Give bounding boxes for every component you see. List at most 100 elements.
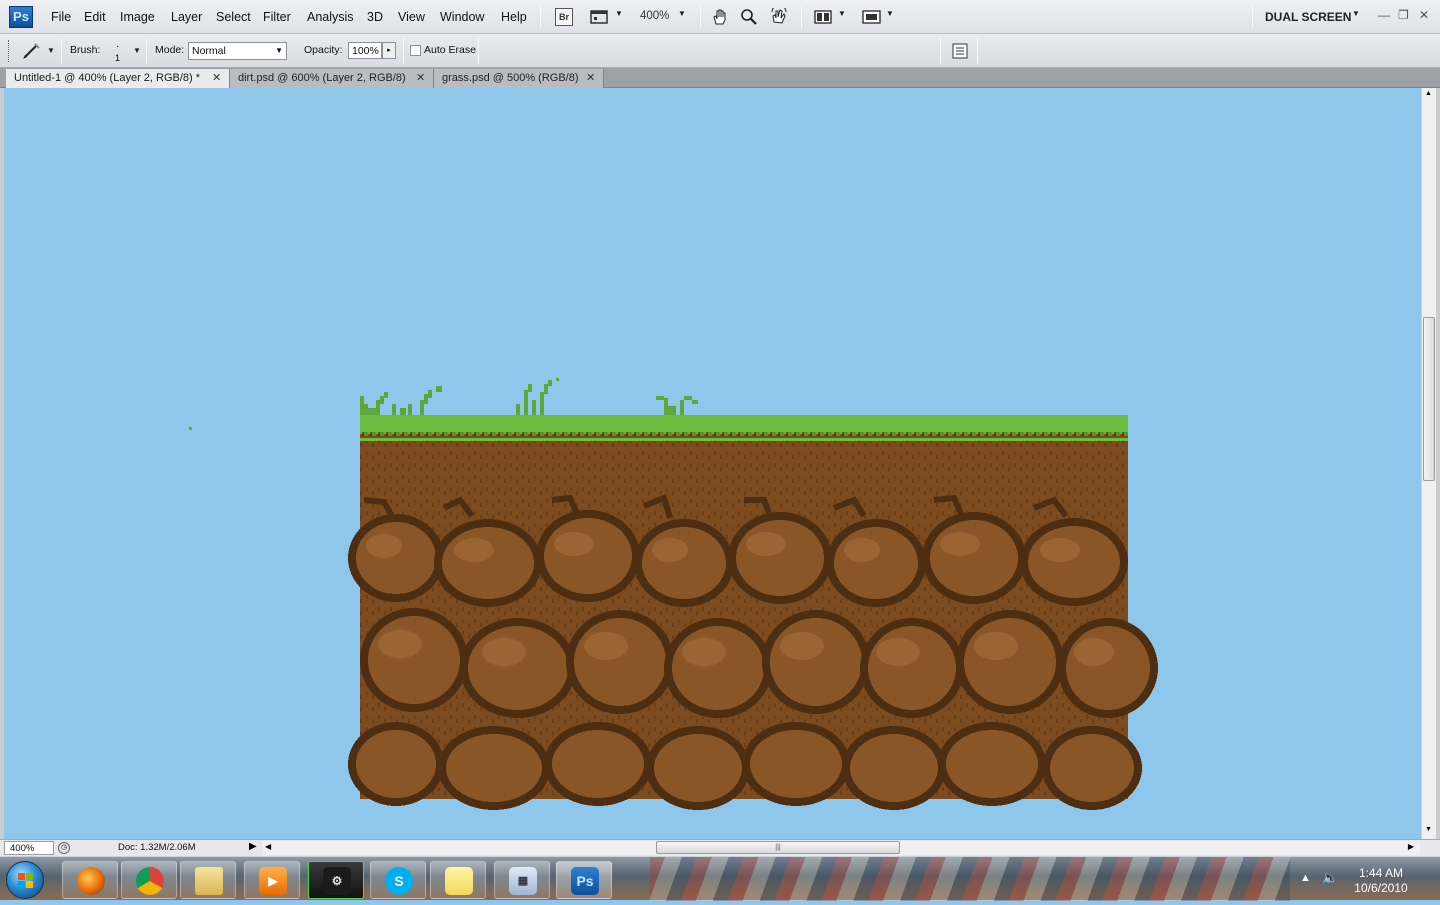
tab-grass-psd[interactable]: grass.psd @ 500% (RGB/8) ✕ [434, 69, 604, 88]
menu-edit[interactable]: Edit [84, 10, 106, 24]
mode-label: Mode: [155, 44, 185, 56]
tab-untitled-1[interactable]: Untitled-1 @ 400% (Layer 2, RGB/8) * ✕ [6, 69, 230, 88]
photoshop-icon: Ps [571, 867, 599, 895]
menu-3d[interactable]: 3D [367, 10, 383, 24]
zoom-tool-icon[interactable] [740, 8, 758, 26]
horizontal-scroll-thumb[interactable]: ||| [656, 841, 900, 854]
chevron-down-icon[interactable]: ▼ [133, 46, 141, 55]
opacity-value: 100% [352, 45, 379, 57]
opacity-input[interactable]: 100% [348, 42, 382, 59]
view-extras-icon[interactable] [590, 8, 610, 26]
bridge-icon[interactable]: Br [555, 8, 573, 26]
menu-layer[interactable]: Layer [171, 10, 202, 24]
stray-pixel [189, 427, 192, 430]
menu-separator [700, 6, 701, 28]
auto-erase-checkbox[interactable] [410, 45, 421, 56]
scroll-up-icon[interactable]: ▲ [1425, 90, 1432, 97]
options-separator [403, 38, 404, 64]
system-clock[interactable]: 1:44 AM 10/6/2010 [1346, 866, 1416, 896]
brush-size[interactable]: 1 [115, 53, 120, 63]
clock-time: 1:44 AM [1358, 866, 1404, 880]
close-icon[interactable]: ✕ [586, 69, 595, 87]
menu-bar: Ps File Edit Image Layer Select Filter A… [0, 0, 1440, 34]
menu-separator [1252, 6, 1253, 28]
vertical-scroll-thumb[interactable] [1423, 317, 1435, 481]
menu-window[interactable]: Window [440, 10, 484, 24]
menu-help[interactable]: Help [501, 10, 527, 24]
menu-view[interactable]: View [398, 10, 425, 24]
status-menu-arrow-icon[interactable]: ▶ [249, 841, 257, 852]
taskbar-firefox[interactable] [62, 861, 118, 899]
minimize-icon[interactable]: — [1378, 8, 1390, 22]
tab-dirt-psd[interactable]: dirt.psd @ 600% (Layer 2, RGB/8) ✕ [230, 69, 434, 88]
tab-label: dirt.psd @ 600% (Layer 2, RGB/8) [238, 72, 406, 84]
menu-analysis[interactable]: Analysis [307, 10, 354, 24]
chevron-down-icon[interactable]: ▼ [886, 9, 894, 18]
taskbar-calculator[interactable]: ▦ [494, 861, 550, 899]
pixel-art-tile[interactable] [4, 88, 1421, 839]
taskbar-chrome[interactable] [121, 861, 177, 899]
options-grip[interactable] [8, 40, 10, 62]
scroll-down-icon[interactable]: ▼ [1425, 826, 1432, 833]
scroll-right-icon[interactable]: ▶ [1408, 842, 1414, 851]
status-bar: 400% ◷ Doc: 1.32M/2.06M ▶ ◀ ||| ▶ [0, 839, 1440, 856]
mode-select[interactable]: Normal ▼ [188, 42, 287, 60]
steam-icon: ⚙ [323, 867, 351, 895]
start-button[interactable] [6, 861, 44, 899]
taskbar-photoshop[interactable]: Ps [556, 861, 612, 899]
taskbar-media-player[interactable]: ▶ [244, 861, 300, 899]
status-zoom-field[interactable]: 400% [4, 841, 54, 855]
taskbar-skype[interactable]: S [370, 861, 426, 899]
horizontal-scrollbar[interactable]: ◀ ||| ▶ [262, 841, 1420, 855]
document-canvas[interactable] [4, 88, 1421, 839]
opacity-label: Opacity: [304, 44, 343, 56]
screen-mode-icon[interactable] [862, 8, 882, 26]
canvas-right-border [1436, 88, 1440, 839]
grass-tufts [360, 378, 698, 416]
close-icon[interactable]: ✕ [212, 69, 221, 87]
close-icon[interactable]: ✕ [416, 69, 425, 87]
chevron-down-icon[interactable]: ▼ [1352, 9, 1360, 18]
scroll-left-icon[interactable]: ◀ [265, 842, 271, 851]
menu-filter[interactable]: Filter [263, 10, 291, 24]
options-separator [478, 38, 479, 64]
restore-icon[interactable]: ❐ [1398, 8, 1409, 22]
volume-icon[interactable]: 🔈 [1322, 870, 1338, 886]
status-info-icon[interactable]: ◷ [58, 842, 70, 854]
menu-separator [801, 6, 802, 28]
chevron-down-icon[interactable]: ▼ [678, 9, 686, 18]
hand-tool-icon[interactable] [711, 8, 729, 26]
taskbar-explorer[interactable] [180, 861, 236, 899]
zoom-level-select[interactable]: 400% [640, 10, 669, 22]
close-icon[interactable]: ✕ [1419, 8, 1429, 22]
wallpaper-peek [650, 857, 1290, 901]
auto-erase-label: Auto Erase [424, 44, 476, 56]
tab-label: Untitled-1 @ 400% (Layer 2, RGB/8) * [14, 72, 201, 84]
options-separator [977, 38, 978, 64]
pencil-tool-icon[interactable] [20, 41, 44, 61]
taskbar-sticky-notes[interactable] [430, 861, 486, 899]
chrome-icon [136, 867, 164, 895]
rotate-view-icon[interactable] [770, 4, 788, 26]
vertical-scrollbar[interactable]: ▲ ▼ [1421, 88, 1436, 839]
windows-taskbar: ▶ ⚙ S ▦ Ps ▲ 🔈 1:44 AM 10/6/2010 [0, 856, 1440, 901]
chevron-down-icon[interactable]: ▼ [47, 46, 55, 55]
menu-image[interactable]: Image [120, 10, 155, 24]
chevron-down-icon: ▼ [275, 46, 283, 55]
chevron-down-icon[interactable]: ▼ [838, 9, 846, 18]
opacity-slider-toggle[interactable]: ▸ [382, 42, 396, 59]
options-separator [146, 38, 147, 64]
photoshop-logo[interactable]: Ps [9, 6, 33, 28]
arrange-documents-icon[interactable] [814, 8, 832, 26]
show-hidden-icons-icon[interactable]: ▲ [1300, 872, 1311, 884]
dirt-rocks [348, 493, 1158, 810]
brush-panel-icon[interactable] [952, 43, 968, 59]
options-separator [61, 38, 62, 64]
menu-file[interactable]: File [51, 10, 71, 24]
taskbar-steam[interactable]: ⚙ [308, 861, 364, 899]
clock-date: 10/6/2010 [1354, 881, 1408, 895]
workspace-switcher[interactable]: DUAL SCREEN [1265, 10, 1351, 24]
chevron-down-icon[interactable]: ▼ [615, 9, 623, 18]
firefox-icon [77, 867, 105, 895]
menu-select[interactable]: Select [216, 10, 251, 24]
